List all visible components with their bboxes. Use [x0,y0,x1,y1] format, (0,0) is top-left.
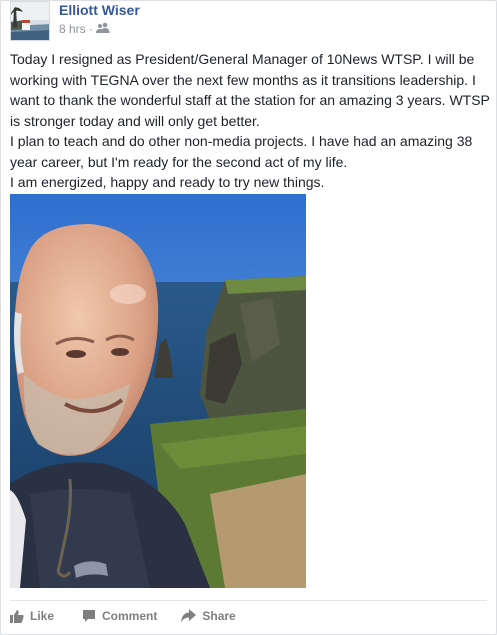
post-card: Elliott Wiser 8 hrs · Today I resigned a… [0,0,497,635]
thumbs-up-icon [10,610,24,623]
share-label: Share [202,609,236,623]
post-paragraph-1: Today I resigned as President/General Ma… [10,51,490,129]
meta-separator: · [88,22,93,36]
post-body: Today I resigned as President/General Ma… [10,49,492,193]
friends-icon[interactable] [95,22,110,36]
post-paragraph-2: I plan to teach and do other non-media p… [10,133,473,170]
actions-divider [10,600,487,601]
post-timestamp[interactable]: 8 hrs [59,22,86,36]
author-avatar[interactable] [10,1,50,41]
comment-button[interactable]: Comment [82,603,157,629]
comment-bubble-icon [83,610,96,622]
share-button[interactable]: Share [181,603,236,629]
avatar-image [11,2,49,40]
post-photo[interactable] [10,194,306,588]
post-meta: 8 hrs · [59,22,110,36]
selfie-photo [10,194,306,588]
like-button[interactable]: Like [10,603,54,629]
like-label: Like [30,609,55,623]
author-name[interactable]: Elliott Wiser [59,2,140,18]
post-actions: Like Comment Share [10,603,236,629]
comment-label: Comment [102,609,158,623]
share-arrow-icon [181,609,197,622]
post-paragraph-3: I am energized, happy and ready to try n… [10,174,325,190]
